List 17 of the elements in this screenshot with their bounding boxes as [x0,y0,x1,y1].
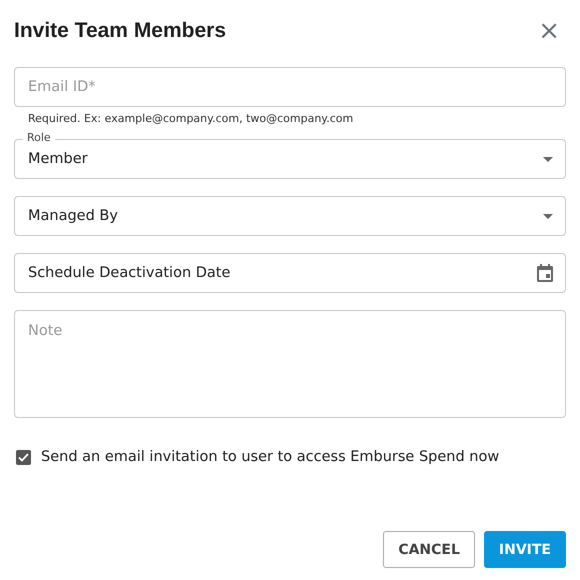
date-field[interactable]: Schedule Deactivation Date [14,253,566,293]
field-label: Role [23,131,55,144]
email-field[interactable]: Email ID* [14,67,566,107]
checkbox-label: Send an email invitation to user to access Emburse Spend now [41,449,500,465]
select-value: Managed By [28,208,119,224]
dropdown-caret-icon [543,214,553,218]
checkbox[interactable] [16,450,31,464]
dialog-title: Invite Team Members [14,19,226,43]
dropdown-caret-icon [543,156,553,162]
calendar-icon[interactable] [537,264,553,282]
note-field[interactable]: Note [14,310,566,418]
select-value: Member [28,151,89,167]
select-field[interactable]: Managed By [14,196,566,236]
helper-text: Required. Ex: example@company.com, two@company.com [28,112,354,125]
close-button[interactable]: × [534,18,564,44]
cancel-button[interactable]: CANCEL [383,531,475,568]
date-value: Schedule Deactivation Date [28,265,232,281]
